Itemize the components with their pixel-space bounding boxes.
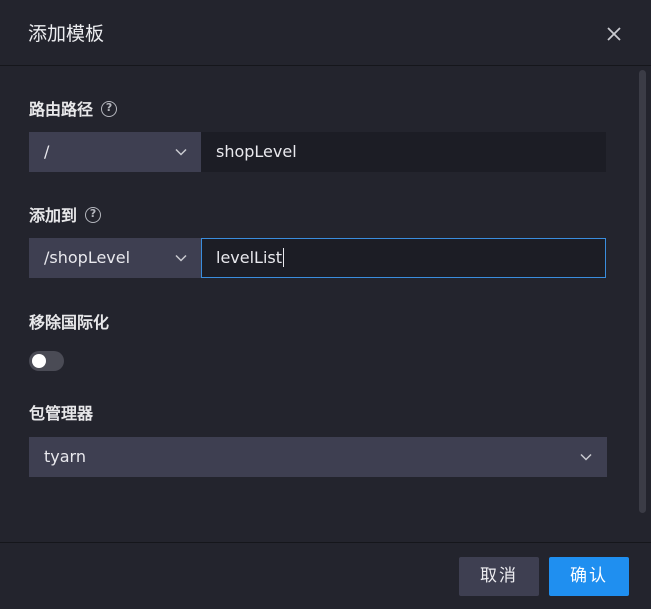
- remove-i18n-toggle[interactable]: [29, 351, 64, 371]
- remove-i18n-label: 移除国际化: [29, 313, 110, 332]
- package-manager-label: 包管理器: [29, 404, 94, 423]
- add-to-input-value: levelList: [216, 248, 283, 267]
- route-prefix-select[interactable]: /: [29, 132, 201, 172]
- dialog-header: 添加模板: [0, 0, 651, 66]
- toggle-knob: [32, 354, 46, 368]
- chevron-down-icon: [175, 148, 187, 156]
- route-prefix-value: /: [44, 142, 50, 161]
- dialog-title: 添加模板: [28, 23, 105, 45]
- add-template-dialog: 添加模板 路由路径 / shopLevel 添加到 /shopLevel lev…: [0, 0, 651, 609]
- close-button[interactable]: [600, 22, 628, 48]
- add-to-prefix-value: /shopLevel: [44, 248, 131, 267]
- route-path-label: 路由路径: [29, 99, 118, 121]
- dialog-footer: 取消 确认: [0, 542, 651, 609]
- route-path-input-value: shopLevel: [216, 142, 297, 161]
- route-path-label-text: 路由路径: [29, 100, 94, 119]
- chevron-down-icon: [580, 453, 592, 461]
- package-manager-value: tyarn: [44, 447, 86, 466]
- route-path-input[interactable]: shopLevel: [201, 132, 606, 172]
- chevron-down-icon: [175, 254, 187, 262]
- question-circle-icon[interactable]: [85, 206, 102, 223]
- cancel-button[interactable]: 取消: [459, 557, 539, 596]
- package-manager-select[interactable]: tyarn: [29, 437, 607, 477]
- scrollbar[interactable]: [639, 70, 646, 513]
- confirm-button[interactable]: 确认: [549, 557, 629, 596]
- text-caret: [283, 248, 285, 267]
- add-to-label-text: 添加到: [29, 206, 78, 225]
- add-to-input[interactable]: levelList: [201, 238, 606, 278]
- add-to-label: 添加到: [29, 205, 102, 227]
- close-icon: [607, 27, 621, 41]
- question-circle-icon[interactable]: [101, 100, 118, 117]
- add-to-prefix-select[interactable]: /shopLevel: [29, 238, 201, 278]
